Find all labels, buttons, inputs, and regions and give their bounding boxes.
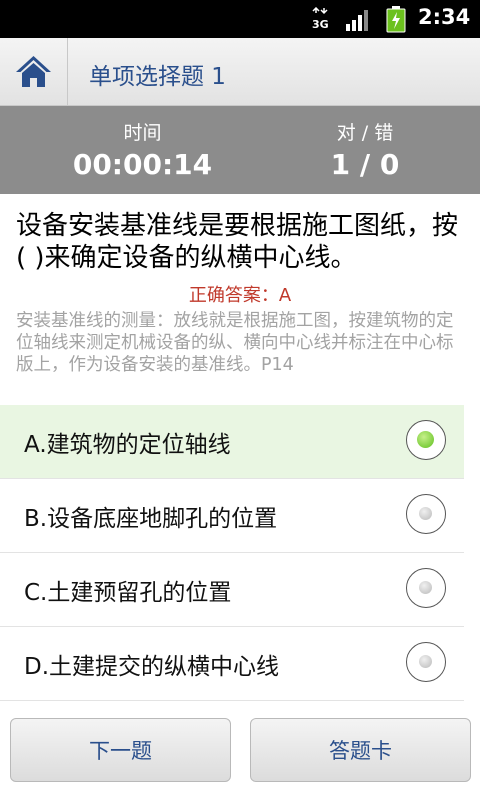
clock: 2:34 <box>418 5 471 29</box>
status-bar: 3G 2:34 <box>0 0 480 38</box>
question-text: 设备安装基准线是要根据施工图纸，按( )来确定设备的纵横中心线。 <box>16 211 459 273</box>
option-label: C.土建预留孔的位置 <box>24 580 232 606</box>
option-label: A.建筑物的定位轴线 <box>24 432 231 458</box>
battery-charging-icon <box>386 6 406 33</box>
option-d[interactable]: D.土建提交的纵横中心线 <box>0 627 464 701</box>
network-label: 3G <box>312 18 329 31</box>
radio-dot-icon <box>419 507 432 520</box>
correct-answer: 正确答案：A <box>188 285 292 306</box>
option-label: B.设备底座地脚孔的位置 <box>24 506 278 532</box>
option-a[interactable]: A.建筑物的定位轴线 <box>0 405 464 479</box>
radio-button[interactable] <box>406 568 446 608</box>
signal-icon <box>346 10 368 31</box>
home-button[interactable] <box>0 38 68 105</box>
radio-dot-icon <box>417 431 434 448</box>
radio-dot-icon <box>419 655 432 668</box>
next-question-button[interactable]: 下一题 <box>10 718 231 782</box>
title-bar: 单项选择题 1 <box>0 38 480 106</box>
radio-dot-icon <box>419 581 432 594</box>
radio-button[interactable] <box>406 494 446 534</box>
option-label: D.土建提交的纵横中心线 <box>24 654 280 680</box>
radio-button[interactable] <box>406 420 446 460</box>
score-label: 对 / 错 <box>336 122 394 144</box>
network-3g-icon: 3G <box>312 7 329 31</box>
option-b[interactable]: B.设备底座地脚孔的位置 <box>0 479 464 553</box>
home-icon <box>16 56 51 87</box>
answer-card-button[interactable]: 答题卡 <box>250 718 471 782</box>
radio-button[interactable] <box>406 642 446 682</box>
option-c[interactable]: C.土建预留孔的位置 <box>0 553 464 627</box>
stats-panel: 时间 00:00:14 对 / 错 1 / 0 <box>0 106 480 194</box>
options-list: A.建筑物的定位轴线 B.设备底座地脚孔的位置 C.土建预留孔的位置 D.土建提… <box>0 405 464 701</box>
time-label: 时间 <box>123 122 162 144</box>
time-value: 00:00:14 <box>72 148 213 181</box>
page-title: 单项选择题 1 <box>89 64 226 90</box>
score-value: 1 / 0 <box>330 148 400 181</box>
answer-explanation: 安装基准线的测量：放线就是根据施工图，按建筑物的定位轴线来测定机械设备的纵、横向… <box>16 311 454 375</box>
